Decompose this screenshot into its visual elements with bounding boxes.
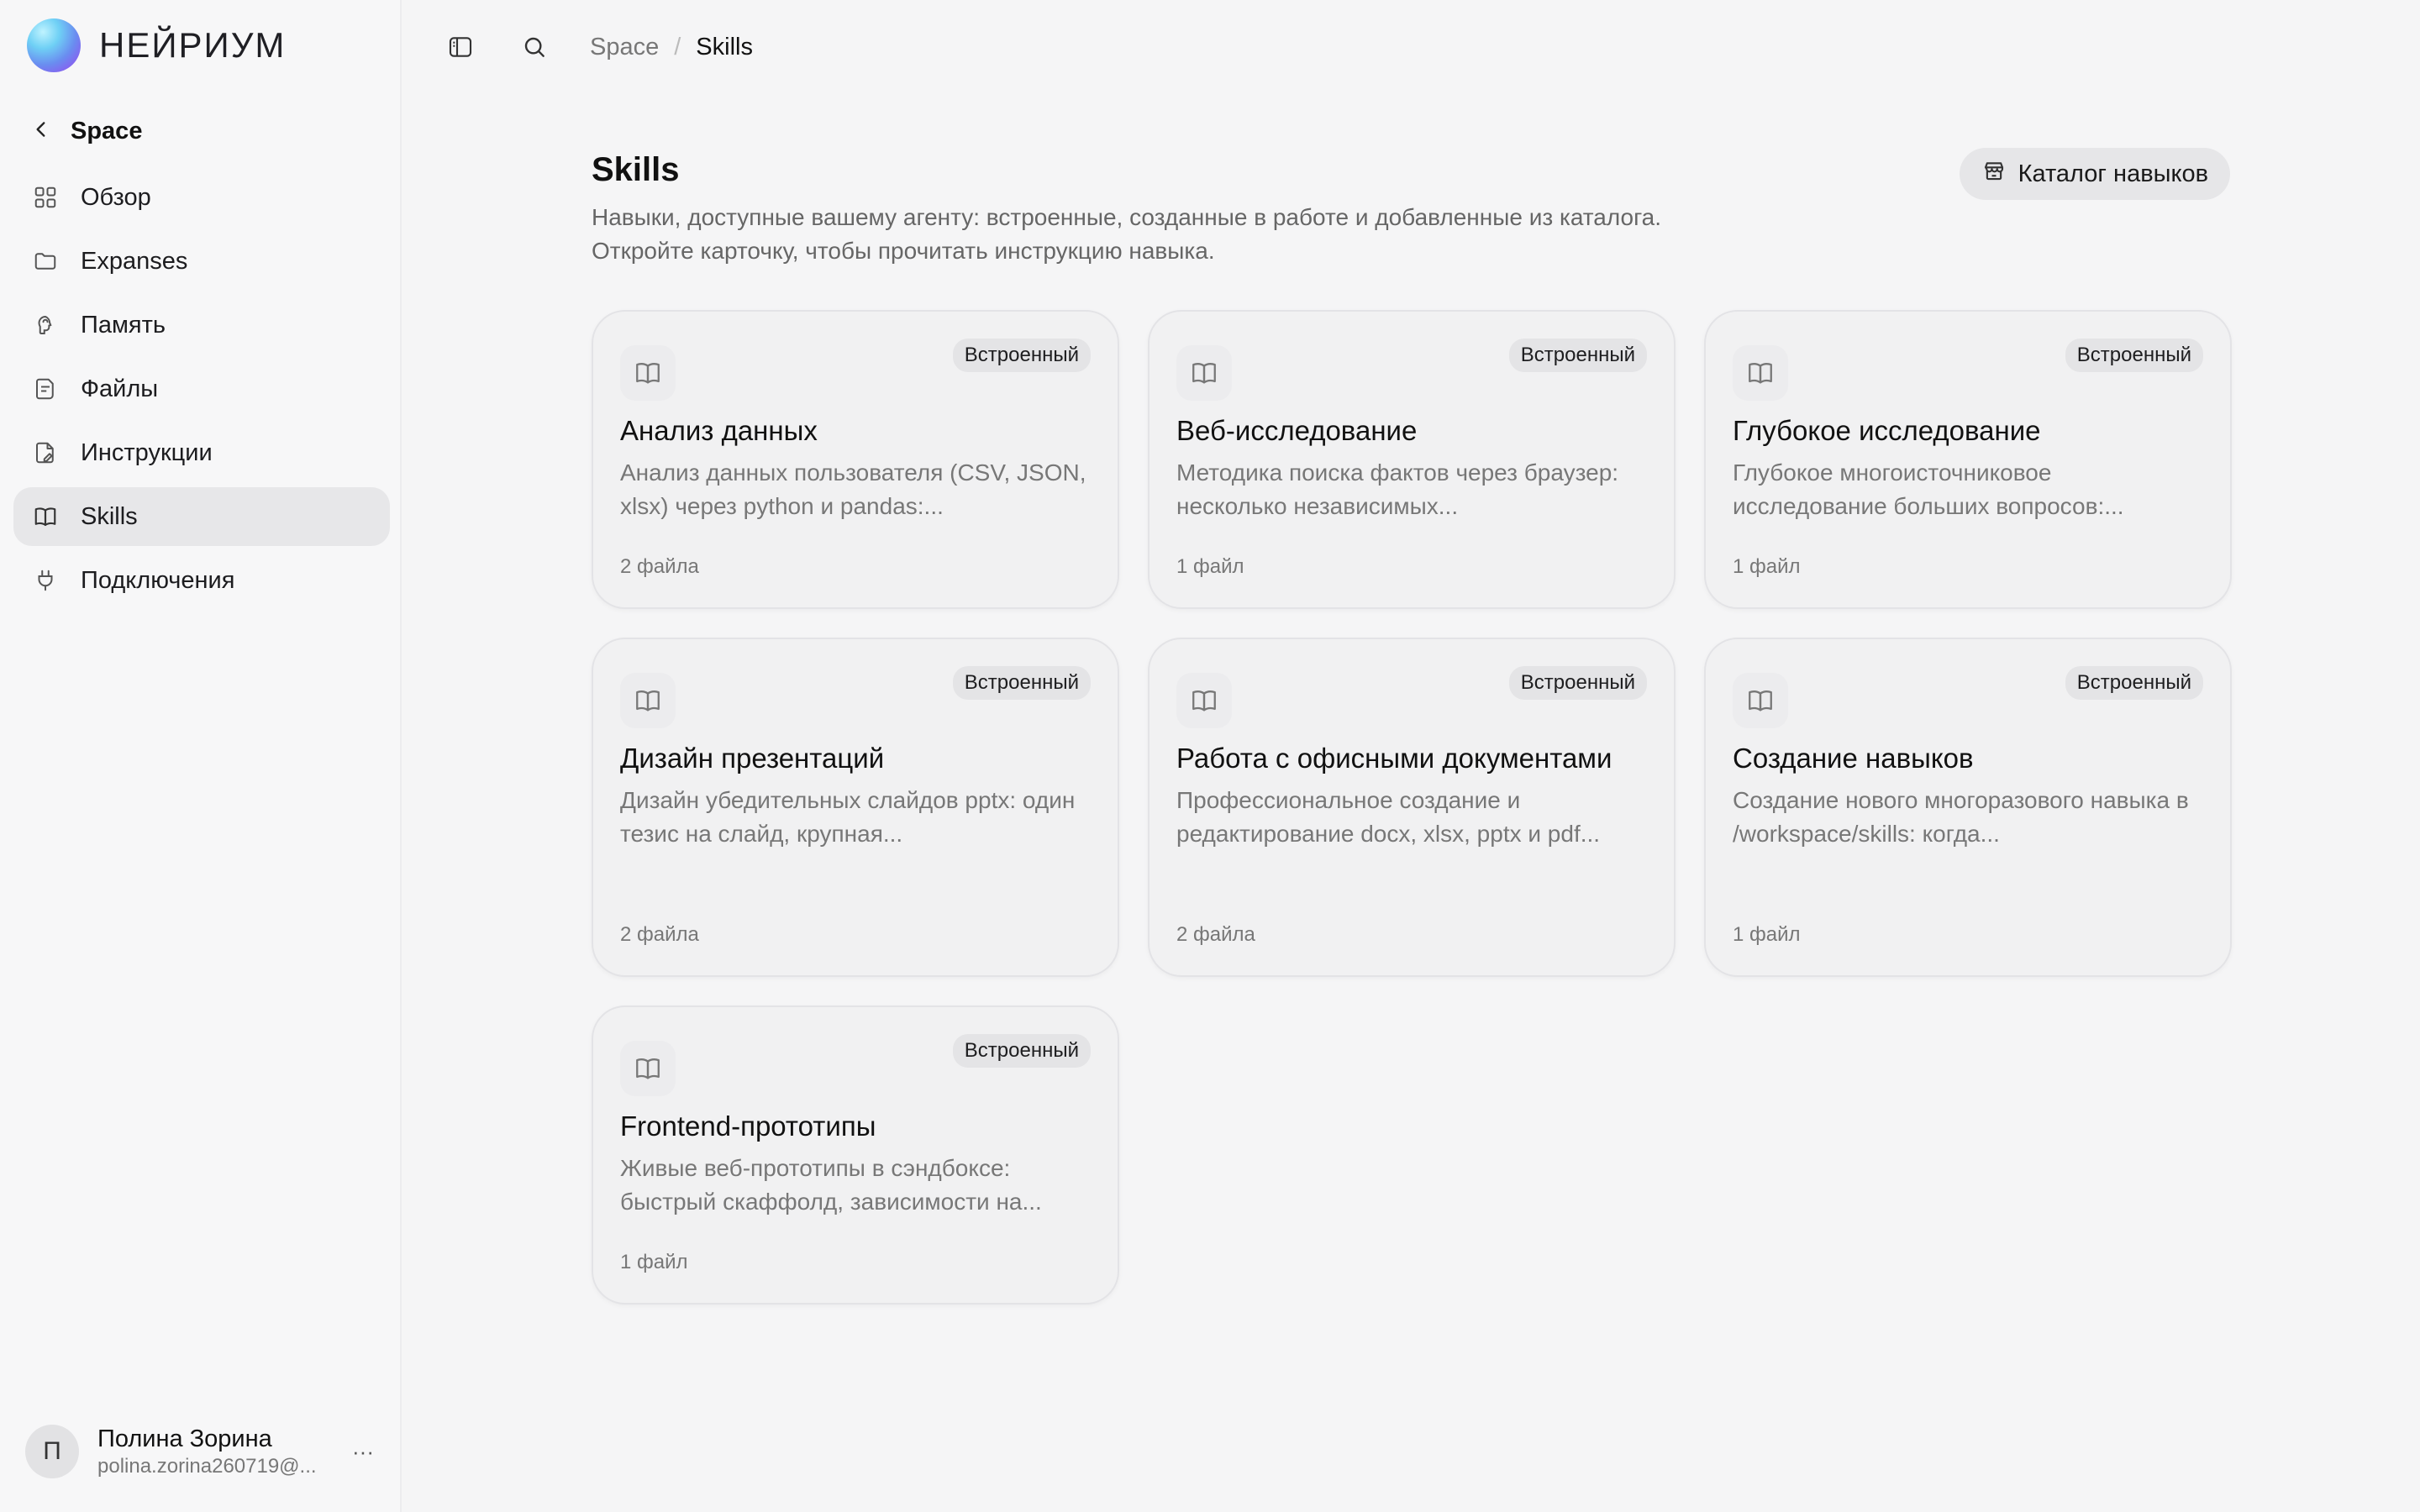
- skill-file-count: 1 файл: [620, 1251, 688, 1273]
- user-name: Полина Зорина: [97, 1425, 272, 1452]
- sidebar-item-instructions[interactable]: Инструкции: [13, 423, 390, 482]
- skill-description: Дизайн убедительных слайдов pptx: один т…: [620, 787, 1076, 847]
- sidebar-item-skills[interactable]: Skills: [13, 487, 390, 546]
- sidebar-toggle-icon[interactable]: [442, 29, 479, 66]
- book-icon: [620, 345, 676, 401]
- book-icon: [1176, 673, 1232, 728]
- skill-card-frontend-prototypes[interactable]: Встроенный Frontend-прототипы Живые веб-…: [592, 1005, 1119, 1305]
- skill-card-skill-creation[interactable]: Встроенный Создание навыков Создание нов…: [1704, 638, 2232, 977]
- status-badge: Встроенный: [952, 339, 1091, 372]
- sidebar: НЕЙРИУМ Space Обзор Expanses Память Файл…: [0, 0, 402, 1512]
- book-icon: [1176, 345, 1232, 401]
- skill-catalog-button[interactable]: Каталог навыков: [1959, 148, 2230, 200]
- skills-grid: Встроенный Анализ данных Анализ данных п…: [592, 310, 2232, 1305]
- skill-file-count: 2 файла: [1176, 923, 1255, 946]
- user-email: polina.zorina260719@...: [97, 1454, 317, 1478]
- skill-file-count: 2 файла: [620, 555, 699, 578]
- document-icon: [32, 439, 59, 466]
- plug-icon: [32, 567, 59, 594]
- sidebar-item-memory[interactable]: Память: [13, 296, 390, 354]
- topbar: Space / Skills: [402, 0, 2420, 94]
- folder-icon: [32, 248, 59, 275]
- user-info: Полина Зорина polina.zorina260719@...: [97, 1425, 345, 1478]
- sidebar-item-label: Skills: [81, 502, 138, 530]
- user-profile[interactable]: П Полина Зорина polina.zorina260719@... …: [25, 1425, 381, 1478]
- sidebar-item-connections[interactable]: Подключения: [13, 551, 390, 610]
- skills-content: Skills Навыки, доступные вашему агенту: …: [592, 141, 2232, 1305]
- status-badge: Встроенный: [2065, 339, 2203, 372]
- skill-title: Анализ данных: [620, 415, 818, 446]
- back-label: Space: [71, 118, 143, 144]
- breadcrumb-separator: /: [674, 33, 681, 60]
- chevron-left-icon: [30, 118, 52, 144]
- sidebar-item-label: Файлы: [81, 375, 159, 402]
- skill-file-count: 1 файл: [1733, 555, 1801, 578]
- skill-catalog-label: Каталог навыков: [2018, 160, 2208, 187]
- sidebar-item-label: Память: [81, 311, 166, 339]
- skill-file-count: 2 файла: [620, 923, 699, 946]
- sidebar-item-expanses[interactable]: Expanses: [13, 232, 390, 291]
- book-icon: [620, 673, 676, 728]
- skill-description: Глубокое многоисточниковое исследование …: [1733, 459, 2124, 519]
- page-header: Skills Навыки, доступные вашему агенту: …: [592, 141, 2230, 268]
- sidebar-item-overview[interactable]: Обзор: [13, 168, 390, 227]
- search-icon[interactable]: [516, 29, 553, 66]
- skill-title: Создание навыков: [1733, 743, 1974, 774]
- skill-card-presentation-design[interactable]: Встроенный Дизайн презентаций Дизайн убе…: [592, 638, 1119, 977]
- sidebar-item-label: Инструкции: [81, 438, 213, 466]
- skill-card-office-documents[interactable]: Встроенный Работа с офисными документами…: [1148, 638, 1676, 977]
- book-icon: [32, 503, 59, 530]
- skill-description: Профессиональное создание и редактирован…: [1176, 787, 1601, 847]
- breadcrumb-space[interactable]: Space: [590, 34, 659, 61]
- avatar: П: [25, 1425, 79, 1478]
- grid-icon: [32, 184, 59, 211]
- breadcrumb: Space / Skills: [590, 34, 753, 61]
- page-description: Навыки, доступные вашему агенту: встроен…: [592, 204, 1662, 264]
- sidebar-item-label: Подключения: [81, 566, 235, 594]
- book-icon: [1733, 673, 1788, 728]
- skill-title: Frontend-прототипы: [620, 1110, 876, 1142]
- status-badge: Встроенный: [2065, 666, 2203, 700]
- brand[interactable]: НЕЙРИУМ: [27, 18, 286, 72]
- breadcrumb-current: Skills: [696, 33, 753, 60]
- skill-title: Глубокое исследование: [1733, 415, 2041, 446]
- skill-card-web-research[interactable]: Встроенный Веб-исследование Методика пои…: [1148, 310, 1676, 609]
- sidebar-item-label: Expanses: [81, 247, 188, 275]
- skill-title: Веб-исследование: [1176, 415, 1418, 446]
- skill-file-count: 1 файл: [1733, 923, 1801, 946]
- skill-description: Методика поиска фактов через браузер: не…: [1176, 459, 1619, 519]
- brand-logo: [27, 18, 81, 72]
- page-title: Skills: [592, 151, 680, 188]
- skill-card-data-analysis[interactable]: Встроенный Анализ данных Анализ данных п…: [592, 310, 1119, 609]
- brand-name: НЕЙРИУМ: [99, 25, 287, 65]
- main-area: Space / Skills Skills Навыки, доступные …: [402, 0, 2420, 1512]
- file-icon: [32, 375, 59, 402]
- skill-title: Дизайн презентаций: [620, 743, 885, 774]
- more-icon[interactable]: ···: [345, 1433, 381, 1470]
- page-header-text: Skills Навыки, доступные вашему агенту: …: [592, 141, 1718, 268]
- sidebar-item-label: Обзор: [81, 183, 151, 211]
- status-badge: Встроенный: [1508, 339, 1647, 372]
- book-icon: [620, 1041, 676, 1096]
- status-badge: Встроенный: [1508, 666, 1647, 700]
- status-badge: Встроенный: [952, 666, 1091, 700]
- skill-card-deep-research[interactable]: Встроенный Глубокое исследование Глубоко…: [1704, 310, 2232, 609]
- skill-description: Живые веб-прототипы в сэндбоксе: быстрый…: [620, 1155, 1042, 1215]
- sidebar-item-files[interactable]: Файлы: [13, 360, 390, 418]
- skill-description: Создание нового многоразового навыка в /…: [1733, 787, 2189, 847]
- sidebar-nav: Обзор Expanses Память Файлы Инструкции S…: [13, 168, 390, 615]
- status-badge: Встроенный: [952, 1034, 1091, 1068]
- skill-file-count: 1 файл: [1176, 555, 1244, 578]
- store-icon: [1981, 158, 2007, 190]
- brain-icon: [32, 312, 59, 339]
- back-to-space-button[interactable]: Space: [30, 118, 142, 145]
- skill-description: Анализ данных пользователя (CSV, JSON, x…: [620, 459, 1086, 519]
- skill-title: Работа с офисными документами: [1176, 743, 1612, 774]
- book-icon: [1733, 345, 1788, 401]
